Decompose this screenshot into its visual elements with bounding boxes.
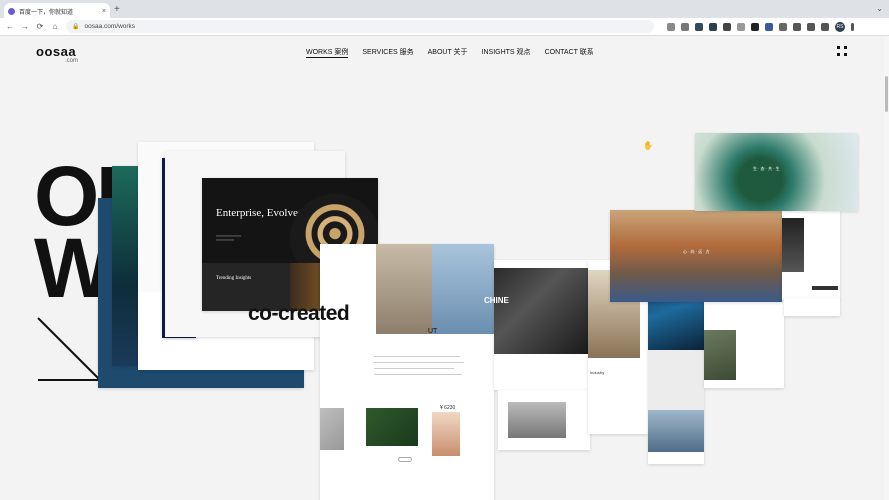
arrow-down-right-icon [37, 317, 101, 381]
machine-heading: CHINE [484, 296, 509, 305]
download-icon[interactable] [793, 22, 801, 31]
landscape-caption: 心 · 向 · 远 · 方 [683, 249, 710, 254]
extension-icon[interactable] [765, 22, 773, 31]
mouse-cursor-icon: ✋ [643, 141, 653, 150]
page-scrollbar[interactable] [884, 36, 889, 500]
extension-icon[interactable] [751, 22, 759, 31]
extension-icon[interactable] [723, 22, 731, 31]
nav-about[interactable]: ABOUT 关于 [428, 47, 468, 58]
profile-avatar[interactable]: RS [835, 21, 845, 32]
page-viewport: oosaa .com WORKS 案例 SERVICES 服务 ABOUT 关于… [0, 36, 884, 500]
extension-icon[interactable] [737, 22, 745, 31]
tab-title: 百度一下，你就知道 [19, 9, 74, 16]
menu-grid-icon[interactable] [837, 46, 847, 56]
extension-icon[interactable] [779, 22, 787, 31]
reload-button[interactable]: ⟳ [36, 22, 44, 31]
nav-contact[interactable]: CONTACT 联系 [545, 47, 594, 58]
tab-close-icon[interactable]: × [102, 8, 106, 15]
home-button[interactable]: ⌂ [51, 22, 59, 31]
url-text[interactable]: oosaa.com/works [84, 23, 135, 30]
price-label: ¥ 6230 [440, 405, 456, 411]
work-card[interactable] [494, 260, 588, 390]
work-card[interactable] [784, 298, 840, 316]
menu-kebab-icon[interactable] [851, 22, 854, 31]
share-icon[interactable] [667, 22, 675, 31]
enterprise-body: ━━━━━━━━━━━━━━ ━━━━━━━━━━ [216, 234, 242, 242]
work-card[interactable] [782, 206, 840, 300]
enterprise-title: Enterprise, Evolved [216, 207, 304, 219]
industry-label: Industry [590, 370, 605, 375]
side-panel-icon[interactable] [821, 22, 829, 31]
work-card-aerial[interactable] [695, 133, 858, 211]
new-tab-button[interactable]: + [114, 4, 120, 15]
site-logo[interactable]: oosaa .com [36, 43, 79, 64]
browser-tab[interactable]: 百度一下，你就知道 × [4, 3, 110, 19]
address-bar[interactable]: 🔒 oosaa.com/works [66, 20, 654, 33]
nav-services[interactable]: SERVICES 服务 [362, 47, 413, 58]
main-nav: WORKS 案例 SERVICES 服务 ABOUT 关于 INSIGHTS 观… [306, 47, 594, 58]
logo-text: oosaa [36, 44, 77, 59]
nav-insights[interactable]: INSIGHTS 观点 [482, 47, 531, 58]
aerial-caption: 生 · 态 · 共 · 生 [753, 166, 780, 171]
browser-chrome: 百度一下，你就知道 × + ⌄ ← → ⟳ ⌂ 🔒 oosaa.com/work… [0, 0, 889, 36]
load-more-button[interactable] [398, 457, 412, 462]
back-button[interactable]: ← [6, 22, 14, 31]
co-created-heading: co-created [248, 302, 350, 325]
scroll-thumb[interactable] [885, 76, 888, 112]
work-card[interactable] [498, 390, 590, 450]
tab-favicon-icon [8, 7, 15, 15]
extensions-row: RS [667, 21, 854, 32]
logo-suffix: .com [65, 58, 79, 64]
puzzle-icon[interactable] [807, 22, 815, 31]
card-label: UT [428, 328, 438, 335]
bookmark-star-icon[interactable] [681, 22, 689, 31]
lock-icon: 🔒 [72, 24, 80, 30]
tab-search-icon[interactable]: ⌄ [876, 4, 883, 13]
extension-icon[interactable] [695, 22, 703, 31]
work-card-landscape[interactable] [610, 210, 782, 302]
browser-toolbar: ← → ⟳ ⌂ 🔒 oosaa.com/works RS [0, 18, 889, 36]
forward-button[interactable]: → [21, 22, 29, 31]
trending-insights-label: Trending Insights [216, 276, 252, 281]
extension-icon[interactable] [709, 22, 717, 31]
nav-works[interactable]: WORKS 案例 [306, 47, 349, 58]
